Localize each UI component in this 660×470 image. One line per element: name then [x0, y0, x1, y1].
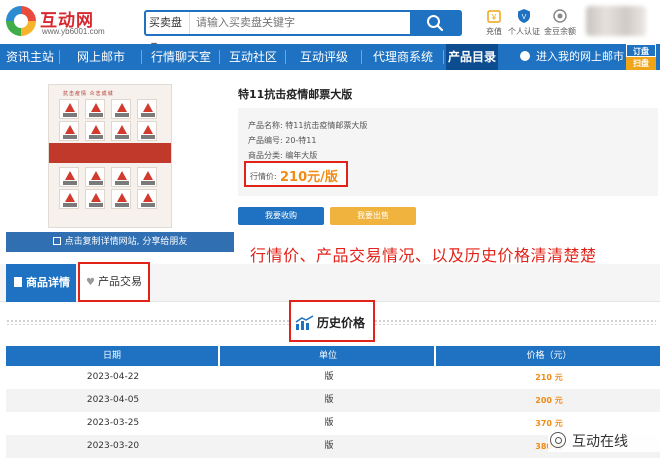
row-unit: 版	[324, 441, 334, 451]
nav-item-chatroom[interactable]: 行情聊天室	[142, 44, 220, 70]
stamp-cell	[137, 121, 157, 141]
stamp-cell	[59, 167, 79, 187]
stamp-cell	[85, 99, 105, 119]
document-icon	[14, 277, 22, 287]
stamp-cell	[85, 167, 105, 187]
svg-text:V: V	[522, 14, 527, 21]
tab-trade-label: 产品交易	[97, 275, 142, 288]
verify-label: 个人认证	[508, 27, 540, 36]
coin-icon	[553, 9, 567, 23]
stamp-cell	[137, 99, 157, 119]
row-date: 2023-04-22	[86, 372, 140, 382]
nav-item-agent-system[interactable]: 代理商系统	[362, 44, 444, 70]
svg-text:¥: ¥	[491, 13, 497, 22]
buy-button[interactable]: 我要收购	[238, 207, 324, 225]
table-row: 2023-04-05 版 200 元	[6, 389, 660, 412]
column-date: 日期	[6, 346, 220, 366]
stamp-cell	[59, 121, 79, 141]
avatar[interactable]	[586, 6, 646, 36]
sell-button[interactable]: 我要出售	[330, 207, 416, 225]
watermark-text: 互动在线	[572, 434, 628, 450]
search-icon	[427, 15, 444, 32]
balance-label: 金豆余额	[544, 27, 576, 36]
product-code-row: 产品编号: 20-特11	[248, 136, 317, 145]
product-title: 特11抗击疫情邮票大版	[238, 88, 353, 101]
nav-item-community[interactable]: 互动社区	[220, 44, 286, 70]
stamp-cell	[111, 99, 131, 119]
row-unit: 版	[324, 418, 334, 428]
search-button[interactable]	[410, 10, 462, 36]
row-price: 210 元	[535, 373, 563, 382]
history-price-heading: 历史价格	[289, 300, 375, 342]
sheet-title: 抗击疫情 众志成城	[63, 91, 114, 97]
wechat-channel-icon	[550, 432, 566, 448]
share-label: 点击复制详情网站, 分享给朋友	[64, 237, 188, 247]
side-tag-scan[interactable]: 扫盘	[626, 57, 656, 70]
handshake-icon: ♥	[86, 277, 95, 288]
stamp-cell	[111, 121, 131, 141]
row-price: 200 元	[535, 396, 563, 405]
logo-mark-icon	[6, 6, 36, 36]
chart-icon	[295, 315, 314, 330]
site-header: 互动网 www.yb6001.com 买卖盘▼ ¥ 充值 V 个人认证	[0, 0, 660, 50]
table-header: 日期 单位 价格（元）	[6, 346, 660, 366]
price-label: 行情价:	[250, 172, 277, 181]
nav-item-rating[interactable]: 互动评级	[286, 44, 362, 70]
balance-link[interactable]: 金豆余额	[540, 8, 580, 37]
row-unit: 版	[324, 395, 334, 405]
logo-url: www.yb6001.com	[42, 27, 105, 36]
product-image[interactable]: 抗击疫情 众志成城	[48, 84, 172, 228]
price-value: 210元/版	[280, 170, 338, 185]
row-date: 2023-03-20	[86, 441, 140, 451]
row-date: 2023-04-05	[86, 395, 140, 405]
stamp-cell	[85, 189, 105, 209]
stamp-cell	[111, 189, 131, 209]
product-category-row: 商品分类: 编年大版	[248, 151, 318, 160]
main-nav: 资讯主站 网上邮市 行情聊天室 互动社区 互动评级 代理商系统 产品目录 进入我…	[0, 44, 660, 70]
my-market-link[interactable]: 进入我的网上邮市	[520, 44, 624, 70]
side-tag-order[interactable]: 订盘	[626, 44, 656, 57]
history-title: 历史价格	[317, 316, 366, 330]
annotation-text: 行情价、产品交易情况、以及历史价格清清楚楚	[250, 246, 597, 265]
tab-details[interactable]: 商品详情	[6, 264, 76, 302]
my-market-label: 进入我的网上邮市	[536, 50, 624, 63]
stamp-cell	[137, 189, 157, 209]
nav-item-online-market[interactable]: 网上邮市	[60, 44, 142, 70]
tab-details-label: 商品详情	[26, 276, 70, 289]
sheet-band	[49, 143, 171, 163]
share-link-button[interactable]: 点击复制详情网站, 分享给朋友	[6, 232, 234, 252]
market-price-box: 行情价: 210元/版	[244, 161, 348, 187]
wallet-icon: ¥	[487, 10, 501, 23]
stamp-cell	[85, 121, 105, 141]
stamp-cell	[137, 167, 157, 187]
watermark: 互动在线	[548, 428, 660, 452]
stamp-cell	[59, 99, 79, 119]
tab-trade[interactable]: ♥ 产品交易	[78, 262, 150, 302]
stamp-cell	[111, 167, 131, 187]
column-price: 价格（元）	[526, 351, 572, 361]
stamp-cell	[59, 189, 79, 209]
table-row: 2023-04-22 版 210 元	[6, 366, 660, 389]
site-logo[interactable]: 互动网 www.yb6001.com	[6, 4, 126, 40]
column-unit: 单位	[222, 346, 436, 366]
row-date: 2023-03-25	[86, 418, 140, 428]
shield-icon: V	[518, 9, 530, 23]
recharge-label: 充值	[486, 27, 502, 36]
copy-icon	[52, 237, 61, 245]
search-type-select[interactable]: 买卖盘▼	[146, 12, 190, 50]
verify-link[interactable]: V 个人认证	[504, 8, 544, 37]
nav-item-news[interactable]: 资讯主站	[0, 44, 60, 70]
product-name-row: 产品名称: 特11抗击疫情邮票大版	[248, 121, 368, 130]
user-icon	[520, 51, 530, 61]
nav-item-catalog[interactable]: 产品目录	[446, 44, 498, 70]
search-input[interactable]	[196, 14, 396, 32]
search-bar: 买卖盘▼	[144, 10, 462, 50]
row-unit: 版	[324, 372, 334, 382]
search-type-label: 买卖盘	[149, 16, 182, 29]
